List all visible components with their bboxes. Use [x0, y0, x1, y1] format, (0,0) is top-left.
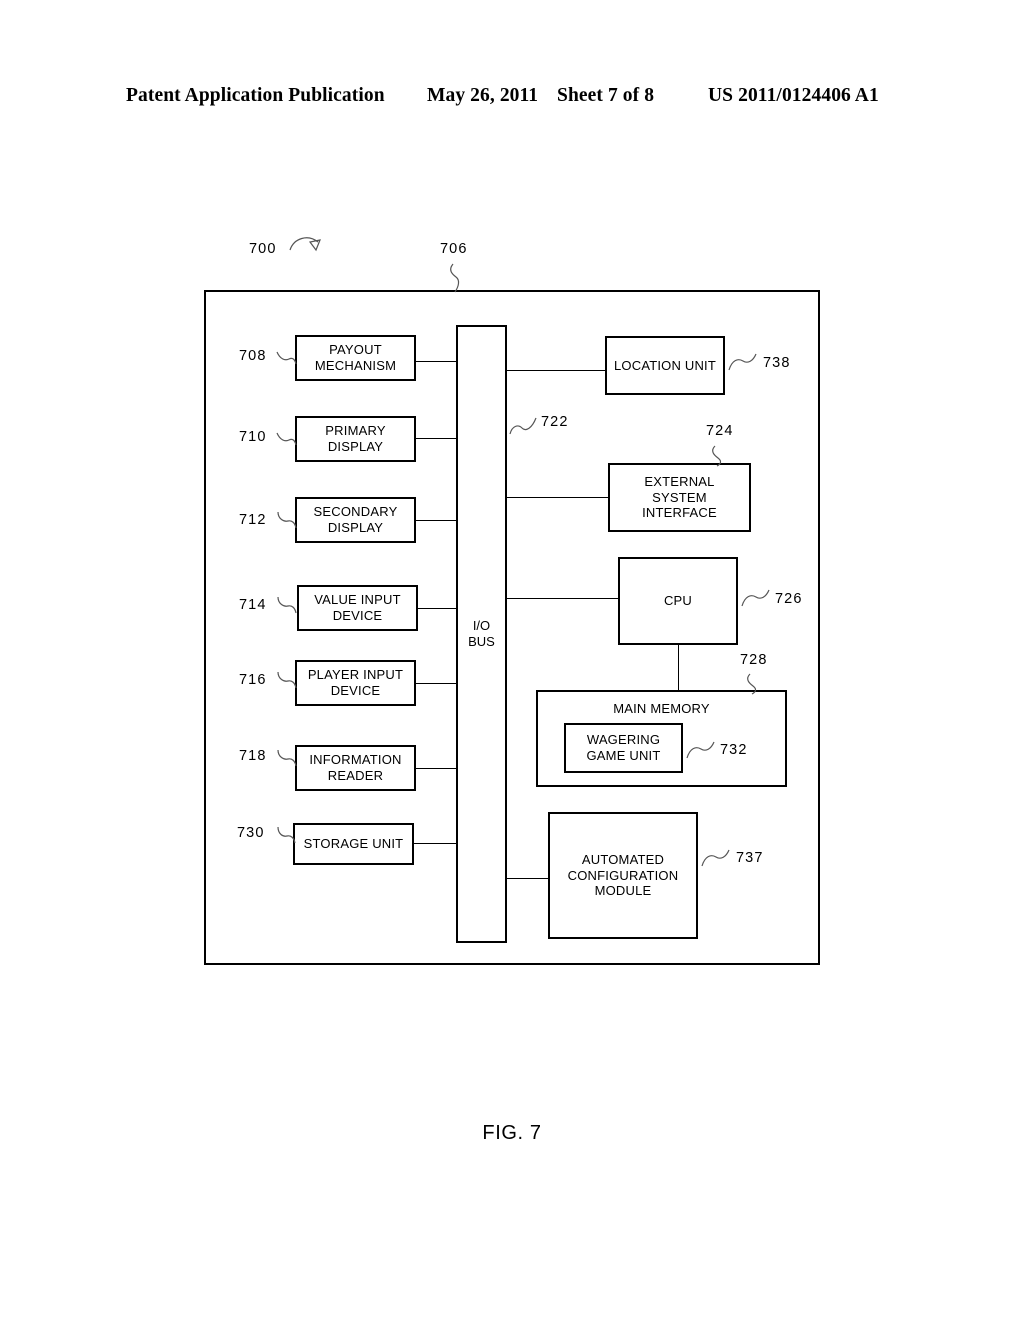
reference-numeral-706: 706	[440, 241, 468, 257]
reference-numeral-700: 700	[249, 241, 277, 257]
lead-line-700	[288, 232, 328, 262]
block-automated-configuration-module-label: AUTOMATED CONFIGURATION MODULE	[567, 851, 679, 899]
block-information-reader[interactable]: INFORMATION READER	[295, 745, 416, 791]
block-cpu[interactable]: CPU	[618, 557, 738, 645]
connector-bus-to-location-unit	[505, 370, 605, 371]
reference-numeral-726: 726	[775, 591, 803, 607]
block-automated-configuration-module[interactable]: AUTOMATED CONFIGURATION MODULE	[548, 812, 698, 939]
connector-payout-to-bus	[415, 361, 458, 362]
block-location-unit-label: LOCATION UNIT	[613, 357, 717, 373]
block-main-memory-label: MAIN MEMORY	[613, 701, 710, 716]
connector-value-input-to-bus	[418, 608, 458, 609]
reference-numeral-728: 728	[740, 652, 768, 668]
reference-numeral-732: 732	[720, 742, 748, 758]
connector-secondary-display-to-bus	[415, 520, 458, 521]
block-wagering-game-unit[interactable]: WAGERING GAME UNIT	[564, 723, 683, 773]
reference-numeral-722: 722	[541, 414, 569, 430]
block-storage-unit[interactable]: STORAGE UNIT	[293, 823, 414, 865]
reference-numeral-737: 737	[736, 850, 764, 866]
block-payout-mechanism[interactable]: PAYOUT MECHANISM	[295, 335, 416, 381]
connector-bus-to-external-system-interface	[505, 497, 608, 498]
connector-player-input-to-bus	[415, 683, 458, 684]
block-value-input-device-label: VALUE INPUT DEVICE	[314, 592, 401, 623]
reference-numeral-718: 718	[239, 748, 267, 764]
connector-storage-unit-to-bus	[412, 843, 458, 844]
reference-numeral-714: 714	[239, 597, 267, 613]
block-value-input-device[interactable]: VALUE INPUT DEVICE	[297, 585, 418, 631]
connector-cpu-to-main-memory	[678, 645, 679, 691]
reference-numeral-738: 738	[763, 355, 791, 371]
reference-numeral-716: 716	[239, 672, 267, 688]
block-secondary-display-label: SECONDARY DISPLAY	[313, 504, 398, 535]
figure-caption: FIG. 7	[482, 1122, 542, 1144]
connector-primary-display-to-bus	[415, 438, 458, 439]
io-bus-label: I/O BUS	[468, 617, 495, 649]
reference-numeral-730: 730	[237, 825, 265, 841]
reference-numeral-708: 708	[239, 348, 267, 364]
block-cpu-label: CPU	[663, 593, 693, 609]
block-storage-unit-label: STORAGE UNIT	[303, 836, 404, 852]
block-primary-display[interactable]: PRIMARY DISPLAY	[295, 416, 416, 462]
block-player-input-device-label: PLAYER INPUT DEVICE	[307, 667, 404, 698]
patent-figure: 700 706 I/O BUS 722 PAYOUT MECHANISM 708…	[0, 0, 1024, 1320]
reference-numeral-710: 710	[239, 429, 267, 445]
block-player-input-device[interactable]: PLAYER INPUT DEVICE	[295, 660, 416, 706]
reference-numeral-712: 712	[239, 512, 267, 528]
block-wagering-game-unit-label: WAGERING GAME UNIT	[586, 732, 661, 763]
block-secondary-display[interactable]: SECONDARY DISPLAY	[295, 497, 416, 543]
reference-numeral-724: 724	[706, 423, 734, 439]
connector-bus-to-automated-configuration-module	[505, 878, 548, 879]
block-payout-mechanism-label: PAYOUT MECHANISM	[314, 342, 397, 373]
io-bus[interactable]: I/O BUS	[456, 325, 507, 943]
block-information-reader-label: INFORMATION READER	[309, 752, 402, 783]
block-location-unit[interactable]: LOCATION UNIT	[605, 336, 725, 395]
block-primary-display-label: PRIMARY DISPLAY	[325, 423, 386, 454]
connector-bus-to-cpu	[505, 598, 618, 599]
block-external-system-interface-label: EXTERNAL SYSTEM INTERFACE	[642, 473, 717, 521]
connector-information-reader-to-bus	[415, 768, 458, 769]
block-external-system-interface[interactable]: EXTERNAL SYSTEM INTERFACE	[608, 463, 751, 532]
